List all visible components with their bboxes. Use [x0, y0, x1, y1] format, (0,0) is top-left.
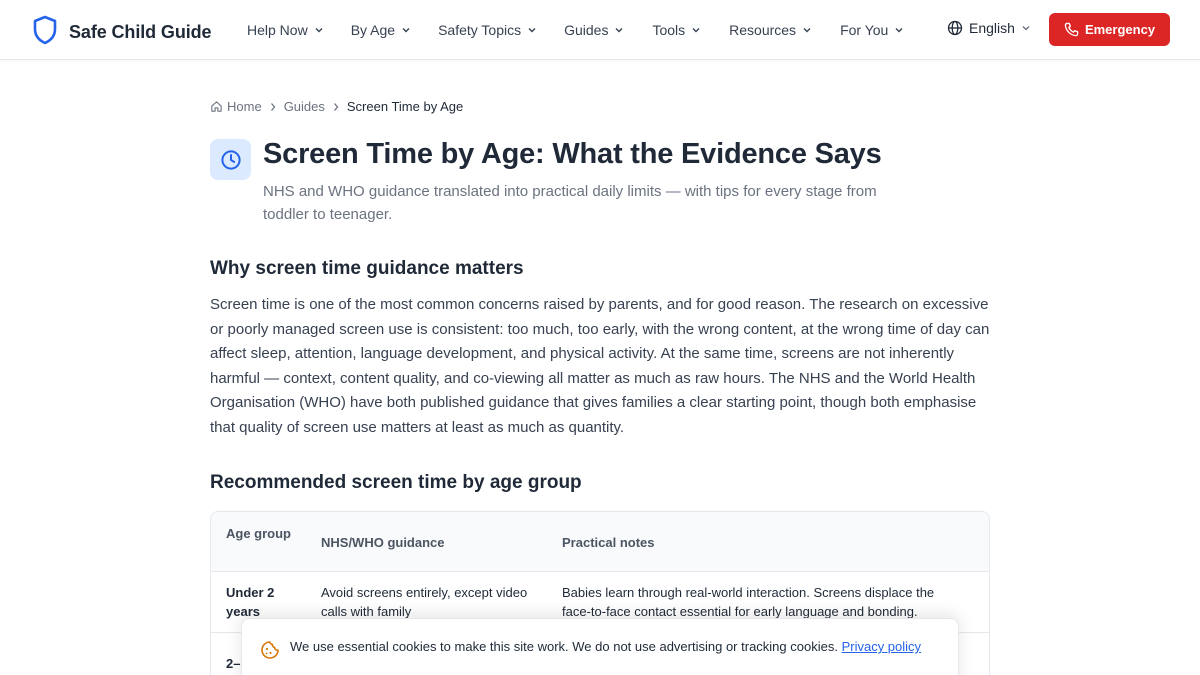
chevron-down-icon: [803, 28, 811, 33]
nav-label: For You: [840, 22, 889, 38]
nav-label: Tools: [652, 22, 686, 38]
nav-guides[interactable]: Guides: [564, 22, 624, 38]
nav-label: Resources: [729, 22, 797, 38]
chevron-down-icon: [692, 28, 700, 33]
table-cell-guidance: Avoid screens entirely, except video cal…: [321, 585, 528, 619]
chevron-down-icon: [402, 28, 410, 33]
section-heading: Why screen time guidance matters: [210, 258, 524, 279]
brand-name: Safe Child Guide: [69, 22, 212, 42]
nav-label: Help Now: [247, 22, 308, 38]
column-header: Practical notes: [562, 535, 655, 550]
site-header: Safe Child Guide Help Now By Age Safety …: [0, 0, 1200, 60]
brand-logo[interactable]: Safe Child Guide: [32, 15, 212, 50]
nav-help-now[interactable]: Help Now: [247, 22, 324, 38]
nav-label: Guides: [564, 22, 609, 38]
main-nav: Help Now By Age Safety Topics Guides Too…: [247, 0, 904, 60]
page-subtitle: NHS and WHO guidance translated into pra…: [263, 183, 877, 223]
language-label: English: [969, 20, 1015, 36]
nav-for-you[interactable]: For You: [840, 22, 904, 38]
privacy-policy-link[interactable]: Privacy policy: [842, 639, 921, 654]
nav-by-age[interactable]: By Age: [351, 22, 411, 38]
cookie-text: We use essential cookies to make this si…: [290, 639, 838, 654]
table-cell-notes: Babies learn through real-world interact…: [562, 585, 935, 619]
breadcrumb-guides[interactable]: Guides: [284, 99, 325, 114]
language-selector[interactable]: English: [947, 20, 1031, 36]
breadcrumb-home[interactable]: Home: [210, 99, 262, 114]
phone-icon: [1064, 22, 1079, 37]
emergency-button[interactable]: Emergency: [1049, 13, 1170, 46]
emergency-label: Emergency: [1084, 22, 1156, 37]
clock-icon: [210, 139, 251, 180]
home-icon: [211, 101, 222, 112]
nav-label: By Age: [350, 22, 396, 38]
nav-resources[interactable]: Resources: [729, 22, 812, 38]
column-header: NHS/WHO guidance: [321, 535, 445, 550]
chevron-down-icon: [615, 28, 623, 33]
breadcrumb: Home Guides Screen Time by Age: [210, 99, 463, 114]
cookie-banner: We use essential cookies to make this si…: [241, 618, 959, 675]
nav-tools[interactable]: Tools: [652, 22, 701, 38]
chevron-down-icon: [315, 28, 323, 33]
section-heading: Recommended screen time by age group: [210, 472, 582, 493]
globe-icon: [947, 20, 963, 36]
nav-label: Safety Topics: [438, 22, 522, 38]
shield-icon: [32, 15, 58, 50]
breadcrumb-current: Screen Time by Age: [346, 99, 464, 114]
page-title: Screen Time by Age: What the Evidence Sa…: [263, 138, 882, 170]
breadcrumb-home-label: Home: [227, 99, 262, 114]
nav-safety-topics[interactable]: Safety Topics: [438, 22, 537, 38]
chevron-down-icon: [528, 28, 536, 33]
table-header: Age group NHS/WHO guidance Practical not…: [211, 512, 989, 572]
chevron-right-icon: [333, 102, 339, 111]
chevron-right-icon: [270, 102, 276, 111]
table-cell-age: Under 2 years: [226, 585, 275, 619]
cookie-message: We use essential cookies to make this si…: [290, 637, 930, 656]
chevron-down-icon: [895, 28, 903, 33]
section-body: Screen time is one of the most common co…: [210, 296, 990, 436]
column-header: Age group: [226, 526, 291, 541]
cookie-icon: [260, 640, 280, 665]
chevron-down-icon: [1022, 26, 1030, 31]
